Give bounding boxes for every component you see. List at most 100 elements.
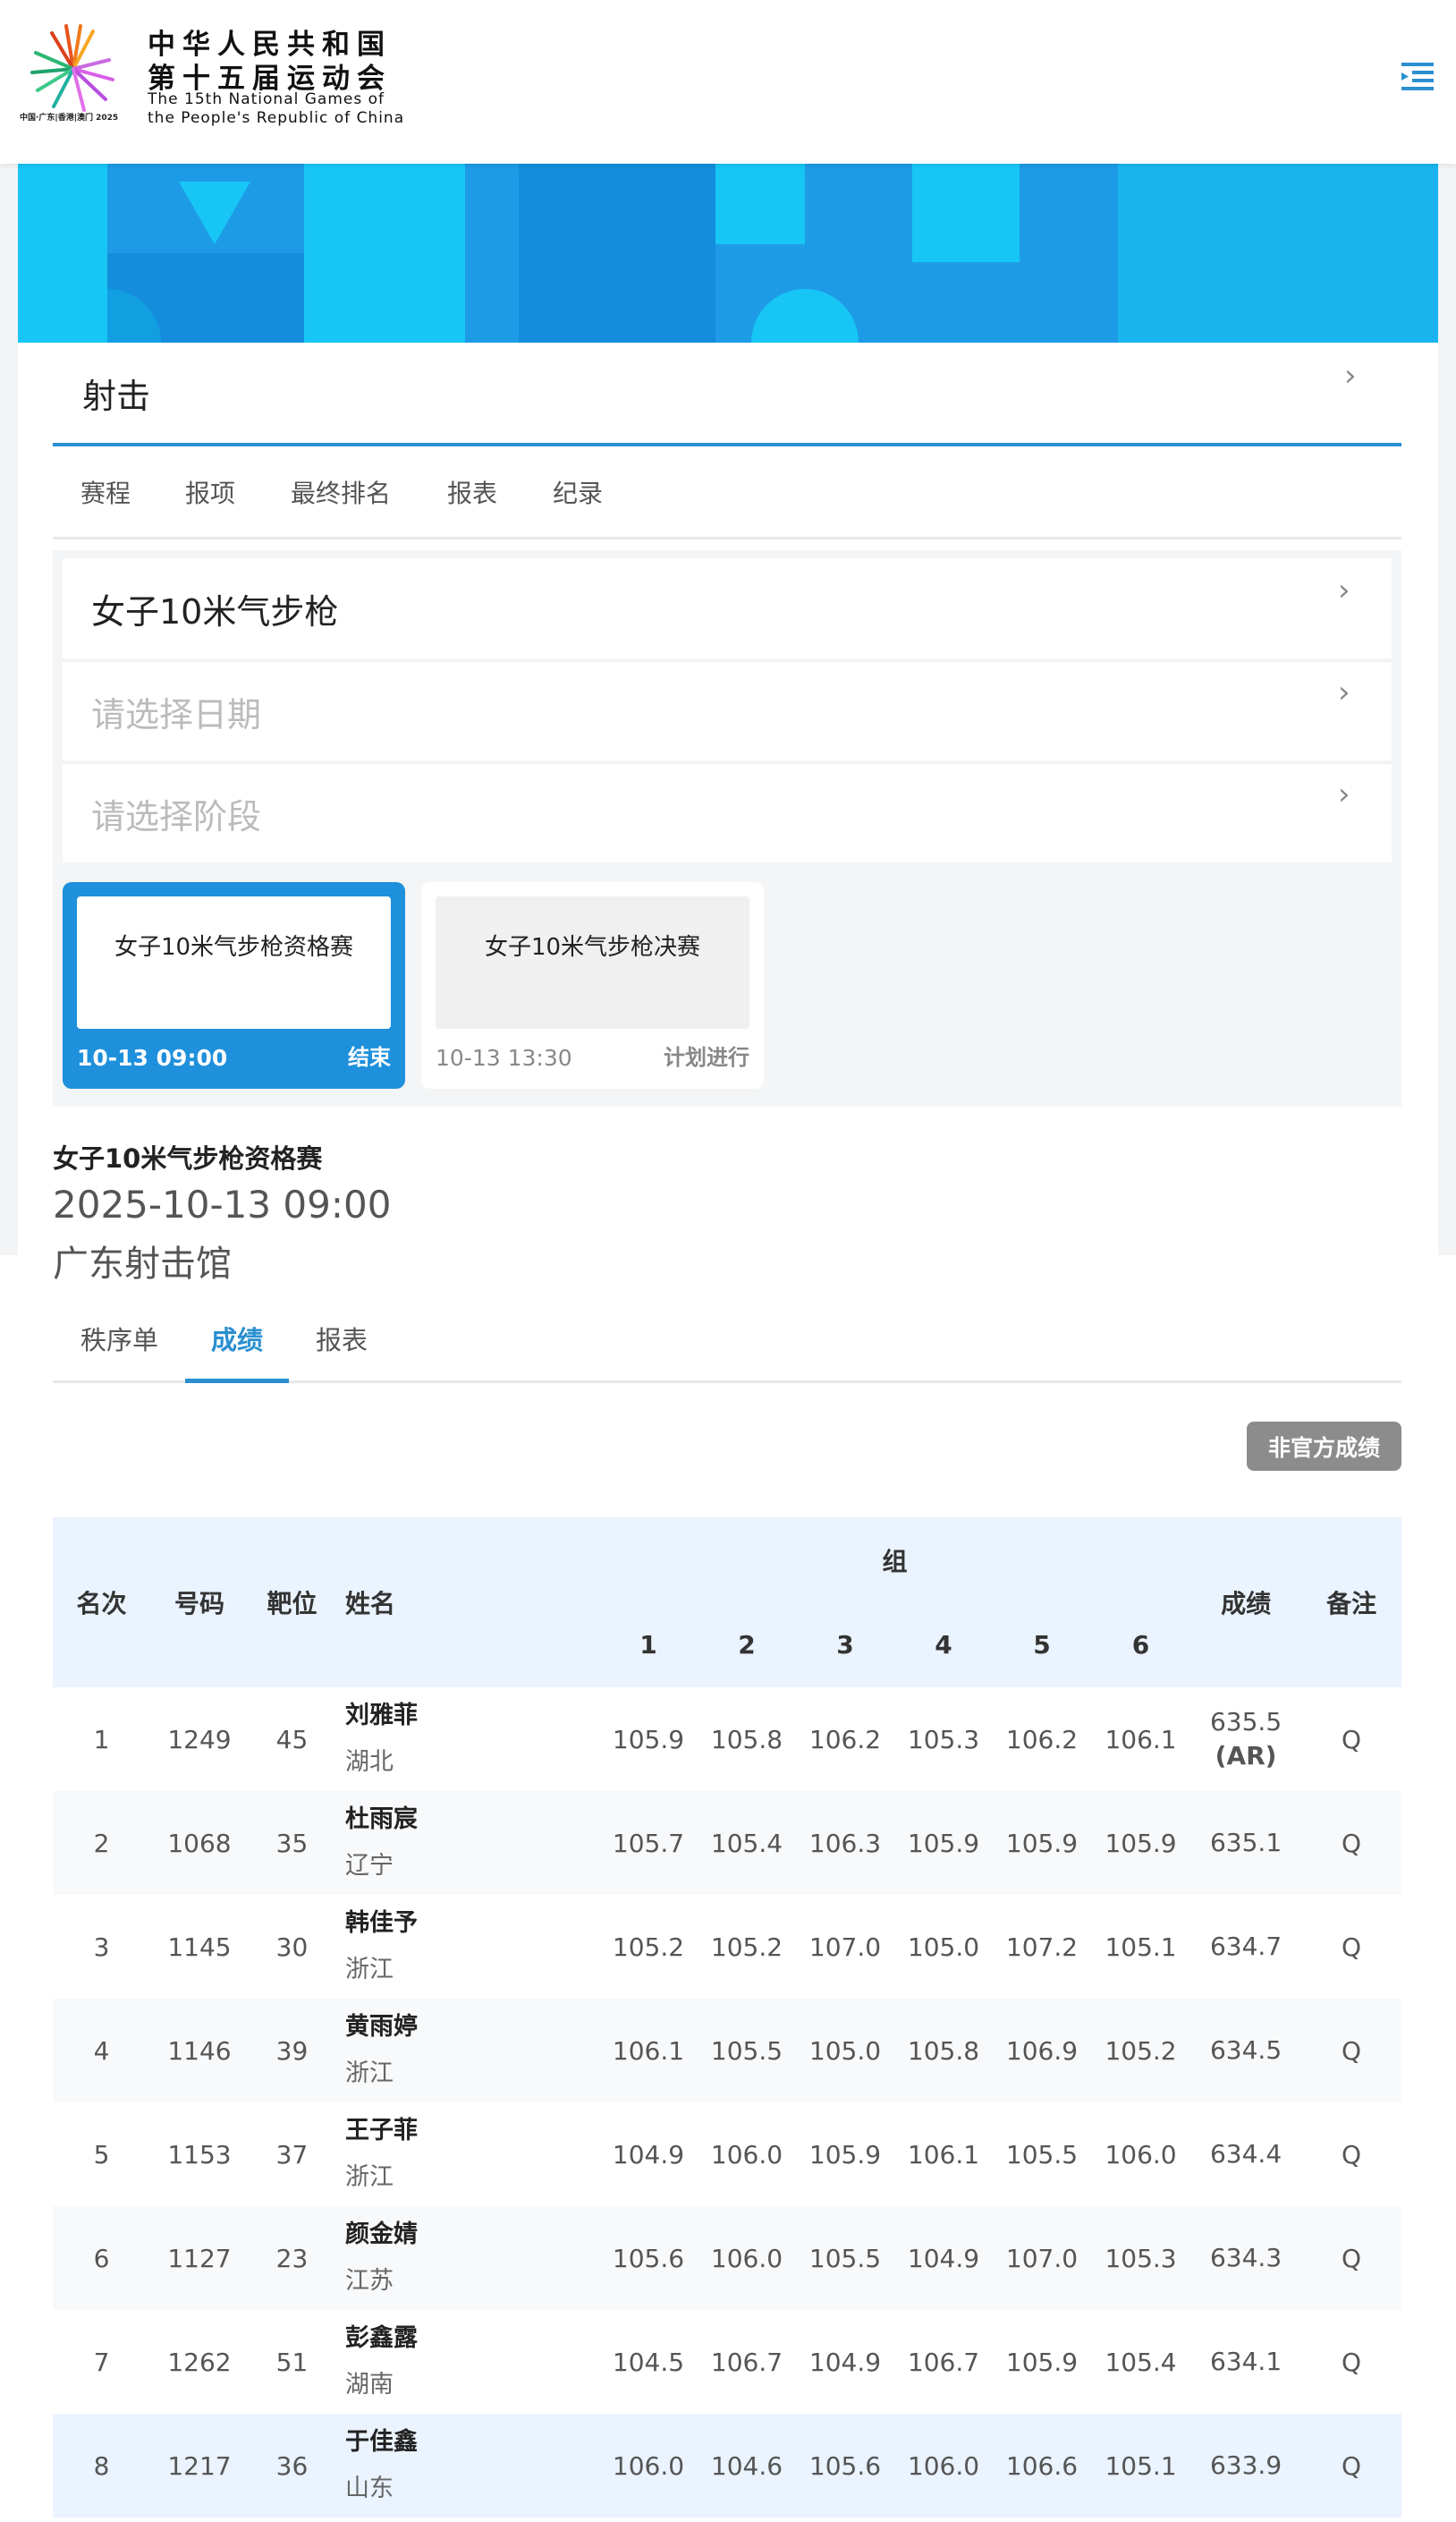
athlete-name[interactable]: 黄雨婷 [345,2004,599,2051]
total-cell: 634.1 [1190,2310,1301,2414]
athlete-name[interactable]: 韩佳予 [345,1900,599,1947]
athlete-name[interactable]: 王子菲 [345,2108,599,2154]
bib-cell: 1262 [150,2310,249,2414]
phase-card-status: 计划进行 [664,1040,749,1071]
phase-selector[interactable]: 请选择阶段 [63,762,1392,862]
menu-indent-icon[interactable] [1400,59,1435,95]
series-score-cell: 105.4 [698,1791,796,1895]
rank-cell: 8 [53,2414,150,2518]
total-cell: 633.9 [1190,2414,1301,2518]
unofficial-results-badge[interactable]: 非官方成绩 [1247,1422,1401,1471]
tab-reports[interactable]: 报表 [447,474,497,510]
table-row[interactable]: 7126251彭鑫露湖南104.5106.7104.9106.7105.9105… [53,2310,1401,2414]
lane-cell: 30 [249,1895,335,1999]
date-selector[interactable]: 请选择日期 [63,660,1392,760]
lane-cell: 51 [249,2310,335,2414]
series-score-cell: 105.4 [1091,2310,1190,2414]
athlete-cell: 黄雨婷浙江 [335,1999,599,2102]
bib-cell: 1145 [150,1895,249,1999]
table-row[interactable]: 8121736于佳鑫山东106.0104.6105.6106.0106.6105… [53,2414,1401,2518]
tab-final-ranking[interactable]: 最终排名 [291,474,391,510]
athlete-name[interactable]: 刘雅菲 [345,1693,599,1739]
series-score-cell: 105.9 [599,1687,698,1791]
sport-title: 射击 [82,369,150,418]
phase-title: 女子10米气步枪资格赛 [53,1138,322,1176]
series-score-cell: 106.9 [993,1999,1091,2102]
phase-card-name: 女子10米气步枪资格赛 [77,896,391,1029]
col-total: 成绩 [1190,1517,1301,1687]
series-score-cell: 105.3 [1091,2206,1190,2310]
bib-cell: 1146 [150,1999,249,2102]
athlete-region: 浙江 [345,2051,599,2097]
logo-title-en-line2: the People's Republic of China [148,109,404,127]
chevron-right-icon[interactable]: › [1344,358,1357,394]
games-logo[interactable]: 中国·广东|香港|澳门 2025 [18,20,125,132]
series-score-cell: 107.0 [993,2206,1091,2310]
col-series-4: 4 [894,1602,993,1687]
tab-results[interactable]: 成绩 [211,1320,263,1357]
rank-cell: 2 [53,1791,150,1895]
sport-title-underline [53,443,1401,446]
lane-cell: 23 [249,2206,335,2310]
athlete-name[interactable]: 彭鑫露 [345,2315,599,2362]
tab-result-reports[interactable]: 报表 [316,1320,368,1357]
table-row[interactable]: 5115337王子菲浙江104.9106.0105.9106.1105.5106… [53,2102,1401,2206]
tab-records[interactable]: 纪录 [553,474,603,510]
phase-card-final[interactable]: 女子10米气步枪决赛 10-13 13:30 计划进行 [421,882,764,1089]
total-score: 634.4 [1210,2139,1282,2169]
athlete-name[interactable]: 杜雨宸 [345,1796,599,1843]
tab-schedule[interactable]: 赛程 [80,474,131,510]
col-name: 姓名 [335,1517,599,1687]
series-score-cell: 105.5 [993,2102,1091,2206]
athlete-region: 湖南 [345,2362,599,2408]
svg-text:中国·广东|香港|澳门 2025: 中国·广东|香港|澳门 2025 [20,112,118,123]
series-score-cell: 105.6 [599,2206,698,2310]
series-score-cell: 106.0 [698,2102,796,2206]
total-cell: 635.1 [1190,1791,1301,1895]
athlete-cell: 杜雨宸辽宁 [335,1791,599,1895]
rank-cell: 6 [53,2206,150,2310]
athlete-name[interactable]: 颜金婧 [345,2212,599,2258]
lane-cell: 45 [249,1687,335,1791]
series-score-cell: 106.1 [894,2102,993,2206]
remark-cell: Q [1301,1687,1401,1791]
athlete-cell: 颜金婧江苏 [335,2206,599,2310]
col-lane: 靶位 [249,1517,335,1687]
series-score-cell: 105.1 [1091,1895,1190,1999]
series-score-cell: 106.0 [894,2414,993,2518]
phase-card-status: 结束 [348,1040,391,1071]
series-score-cell: 106.0 [698,2206,796,2310]
athlete-cell: 王子菲浙江 [335,2102,599,2206]
phase-card-qualification[interactable]: 女子10米气步枪资格赛 10-13 09:00 结束 [63,882,405,1089]
athlete-region: 湖北 [345,1739,599,1786]
total-cell: 634.5 [1190,1999,1301,2102]
athlete-name[interactable]: 于佳鑫 [345,2419,599,2466]
series-score-cell: 105.5 [796,2206,894,2310]
table-row[interactable]: 6112723颜金婧江苏105.6106.0105.5104.9107.0105… [53,2206,1401,2310]
table-row[interactable]: 4114639黄雨婷浙江106.1105.5105.0105.8106.9105… [53,1999,1401,2102]
lane-cell: 37 [249,2102,335,2206]
lane-cell: 39 [249,1999,335,2102]
tabs-divider [53,537,1401,539]
series-score-cell: 106.1 [599,1999,698,2102]
col-series-3: 3 [796,1602,894,1687]
tab-start-list[interactable]: 秩序单 [80,1320,158,1357]
total-score: 634.7 [1210,1932,1282,1961]
table-row[interactable]: 3114530韩佳予浙江105.2105.2107.0105.0107.2105… [53,1895,1401,1999]
table-row[interactable]: 1124945刘雅菲湖北105.9105.8106.2105.3106.2106… [53,1687,1401,1791]
event-selector-value: 女子10米气步枪 [91,584,338,633]
rank-cell: 7 [53,2310,150,2414]
col-series-1: 1 [599,1602,698,1687]
series-score-cell: 106.2 [796,1687,894,1791]
series-score-cell: 105.2 [698,1895,796,1999]
athlete-cell: 于佳鑫山东 [335,2414,599,2518]
series-score-cell: 105.2 [599,1895,698,1999]
table-row[interactable]: 2106835杜雨宸辽宁105.7105.4106.3105.9105.9105… [53,1791,1401,1895]
rank-cell: 4 [53,1999,150,2102]
series-score-cell: 105.2 [1091,1999,1190,2102]
event-selector[interactable]: 女子10米气步枪 [63,558,1392,658]
total-score: 634.3 [1210,2243,1282,2272]
series-score-cell: 106.2 [993,1687,1091,1791]
lane-cell: 36 [249,2414,335,2518]
tab-entries[interactable]: 报项 [185,474,235,510]
